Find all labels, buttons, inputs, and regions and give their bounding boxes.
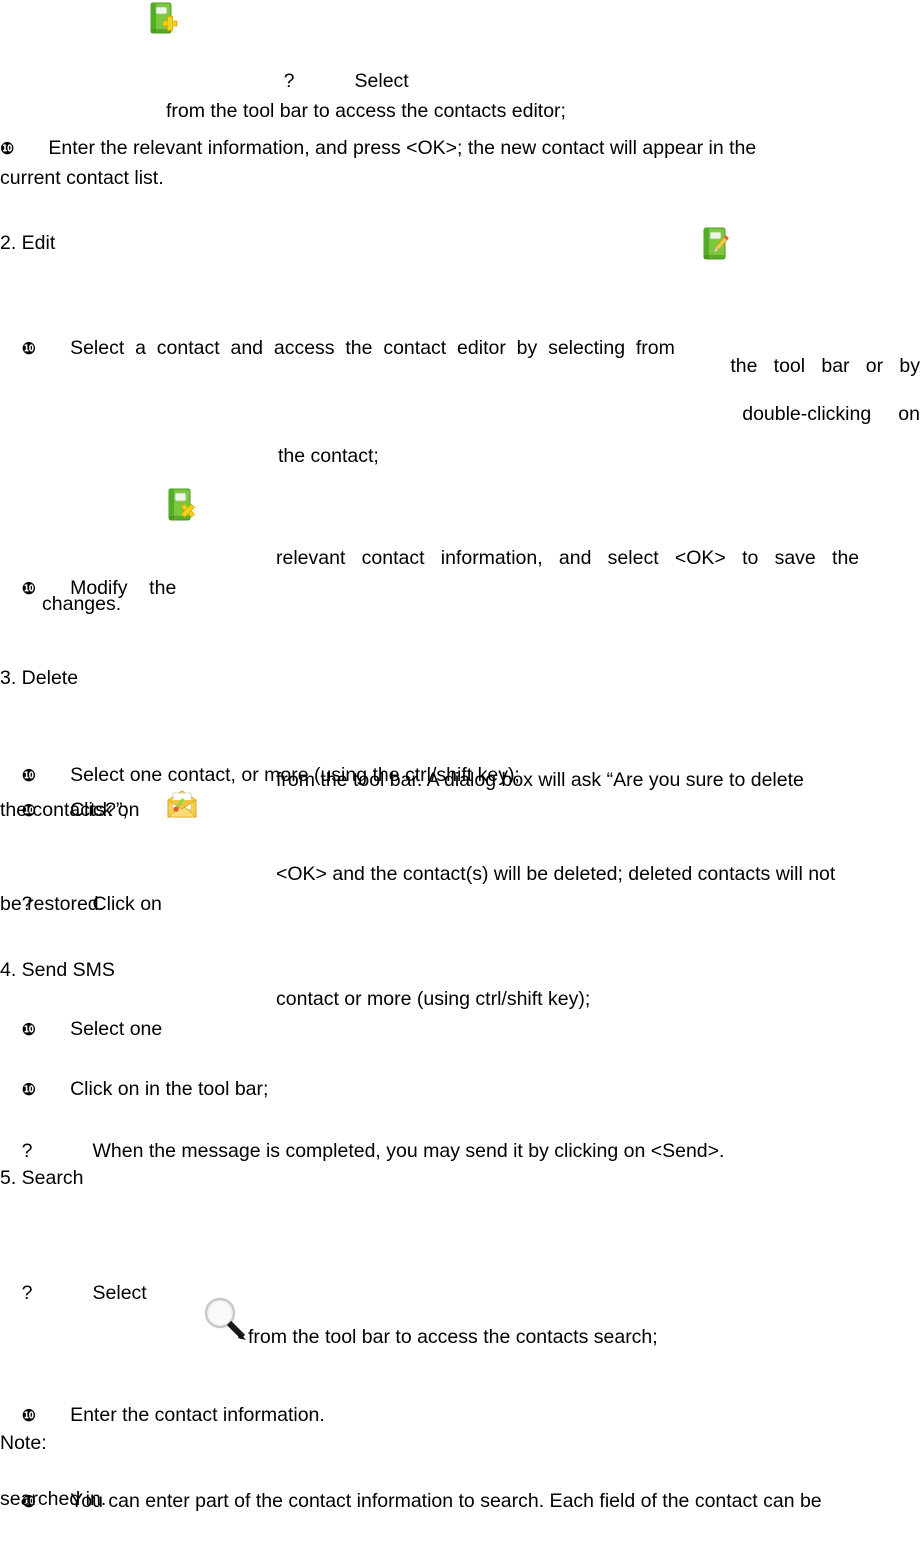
list-bullet: ❿ <box>21 1080 37 1100</box>
line-contact-or-more: contact or more (using ctrl/shift key); <box>276 988 591 1010</box>
heading-search: 5. Search <box>0 1167 84 1189</box>
question-mark-bullet: ? <box>283 70 295 92</box>
list-bullet: ❿ <box>21 1020 37 1040</box>
line-from-toolbar-editor: from the tool bar to access the contacts… <box>166 100 566 122</box>
line-searched-in: searched in. <box>0 1488 107 1510</box>
line-toolbar-or-by: the tool bar or by <box>730 355 920 377</box>
question-mark-bullet: ? <box>21 1282 33 1304</box>
line-from-toolbar-search: from the tool bar to access the contacts… <box>248 1326 658 1348</box>
heading-delete: 3. Delete <box>0 667 79 689</box>
document-page: ? Select from the tool bar to access the … <box>0 0 920 1512</box>
edit-contact-icon[interactable] <box>700 226 732 262</box>
line-dialog-ask-delete: from the tool bar. A dialog box will ask… <box>276 769 804 791</box>
list-bullet: ❿ <box>21 1406 37 1426</box>
line-message-completed-send-text: When the message is completed, you may s… <box>92 1140 725 1162</box>
line-select-contact-editor: ❿ Select a contact and access the contact… <box>0 303 675 393</box>
line-modify-the: ❿ Modify the <box>0 543 177 633</box>
line-select-search: ? Select <box>0 1248 147 1338</box>
line-note-partial-search: ❿ You can enter part of the contact infor… <box>0 1456 822 1546</box>
line-enter-info: ❿ Enter the relevant information, and pre… <box>0 133 920 163</box>
line-modify-relevant-info: relevant contact information, and select… <box>276 547 860 569</box>
line-select-contact-editor-text: Select a contact and access the contact … <box>70 337 675 359</box>
line-enter-contact-info: ❿ Enter the contact information. <box>0 1370 325 1460</box>
line-be-restored: be restored. <box>0 893 105 915</box>
line-current-contact-list: current contact list. <box>0 167 164 189</box>
line-double-clicking-on: double-clicking on <box>742 403 920 425</box>
delete-contact-icon[interactable] <box>165 487 197 523</box>
heading-send-sms: 4. Send SMS <box>0 959 115 981</box>
line-click-on-toolbar-sms-text: Click on in the tool bar; <box>70 1078 269 1100</box>
line-select-search-text: Select <box>92 1282 147 1304</box>
line-enter-contact-info-text: Enter the contact information. <box>70 1404 325 1426</box>
note-label: Note: <box>0 1432 47 1454</box>
line-changes: changes. <box>42 593 122 615</box>
question-mark-bullet: ? <box>21 1140 33 1162</box>
list-bullet: ❿ <box>21 579 37 599</box>
line-note-partial-search-text: You can enter part of the contact inform… <box>70 1490 822 1512</box>
line-enter-info-text: Enter the relevant information, and pres… <box>48 137 757 159</box>
list-bullet: ❿ <box>21 339 37 359</box>
add-contact-icon[interactable] <box>146 2 182 36</box>
list-bullet: ❿ <box>0 139 15 159</box>
heading-edit: 2. Edit <box>0 232 56 254</box>
line-the-contacts-question: the contacts?”; <box>0 799 128 821</box>
line-contacts-deleted: <OK> and the contact(s) will be deleted;… <box>276 863 836 885</box>
line-the-contact: the contact; <box>278 445 379 467</box>
send-sms-icon[interactable] <box>165 788 199 820</box>
search-icon[interactable] <box>200 1296 252 1342</box>
line-message-completed-send: ? When the message is completed, you may … <box>0 1106 725 1196</box>
line-select-one-sms-text: Select one <box>70 1018 163 1040</box>
select-word: Select <box>354 70 409 92</box>
